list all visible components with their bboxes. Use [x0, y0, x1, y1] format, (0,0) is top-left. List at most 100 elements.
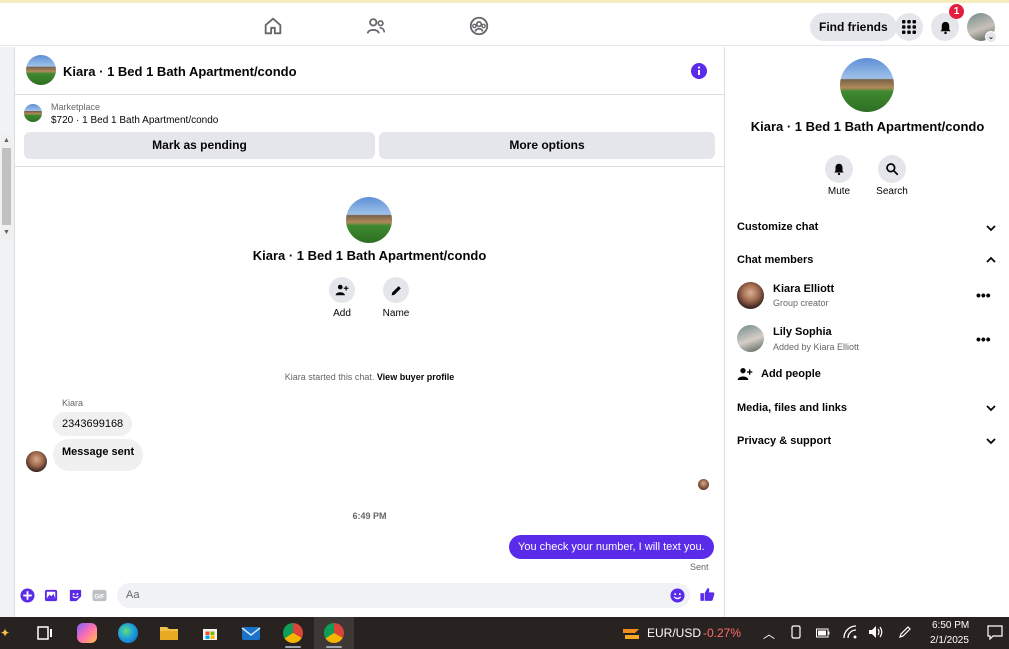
outgoing-message[interactable]: You check your number, I will text you. — [509, 535, 714, 559]
conversation-header: Kiara · 1 Bed 1 Bath Apartment/condo — [15, 47, 724, 95]
scrollbar-thumb[interactable] — [2, 148, 11, 225]
member-options-icon[interactable]: ••• — [976, 288, 991, 302]
seen-indicator-avatar — [698, 479, 709, 490]
home-icon[interactable] — [262, 15, 284, 37]
pencil-icon — [391, 285, 401, 295]
member-avatar[interactable] — [737, 282, 764, 309]
sender-avatar[interactable] — [26, 451, 47, 472]
member-role: Added by Kiara Elliott — [773, 342, 860, 352]
message-timestamp: 6:49 PM — [352, 511, 387, 521]
grid-menu-icon — [902, 20, 916, 34]
sticker-icon[interactable] — [68, 588, 83, 603]
chat-intro-title: Kiara · 1 Bed 1 Bath Apartment/condo — [252, 248, 487, 263]
scroll-down-icon[interactable]: ▼ — [3, 229, 10, 236]
marketplace-label: Marketplace — [51, 102, 101, 112]
view-buyer-profile-link[interactable]: View buyer profile — [377, 372, 454, 382]
chrome-browser-icon[interactable] — [324, 623, 344, 643]
media-files-links-section[interactable]: Media, files and links — [737, 402, 847, 414]
task-view-icon[interactable] — [35, 623, 55, 643]
add-people-button[interactable]: Add people — [761, 368, 821, 380]
conversation-title[interactable]: Kiara · 1 Bed 1 Bath Apartment/condo — [63, 64, 297, 79]
chevron-down-icon[interactable] — [985, 402, 997, 414]
copilot-app-icon[interactable] — [77, 623, 97, 643]
chat-intro-thumbnail — [346, 197, 392, 243]
privacy-support-section[interactable]: Privacy & support — [737, 435, 831, 447]
device-icon[interactable] — [790, 625, 802, 639]
name-label: Name — [382, 308, 410, 319]
taskbar-app-indicator — [285, 646, 301, 648]
sender-name: Kiara — [62, 398, 84, 408]
mark-as-pending-button[interactable]: Mark as pending — [24, 132, 375, 159]
member-role: Group creator — [773, 298, 829, 308]
clock-time[interactable]: 6:50 PM — [932, 620, 969, 631]
battery-icon[interactable] — [816, 627, 830, 639]
taskbar-app-indicator — [326, 646, 342, 648]
notification-badge: 1 — [949, 4, 964, 19]
message-status: Sent — [690, 562, 709, 572]
incoming-message[interactable]: 2343699168 — [53, 412, 133, 436]
system-message: Kiara started this chat. View buyer prof… — [15, 372, 724, 382]
listing-thumbnail — [24, 104, 42, 122]
mail-icon[interactable] — [241, 623, 261, 643]
chat-details-thumbnail — [840, 58, 894, 112]
top-navigation-bar: Find friends ⌄ — [0, 0, 1009, 46]
show-hidden-icons-chevron-icon[interactable]: ︿ — [763, 625, 775, 642]
bell-icon — [834, 163, 844, 176]
thumbs-up-icon[interactable] — [699, 586, 716, 603]
currency-widget-icon[interactable] — [621, 623, 641, 643]
groups-icon[interactable] — [468, 15, 490, 37]
add-button[interactable] — [329, 277, 355, 303]
conversation-thumbnail[interactable] — [26, 55, 56, 85]
edge-browser-icon[interactable] — [118, 623, 138, 643]
search-label: Search — [876, 186, 908, 197]
copilot-sparkle-icon[interactable]: ✦ — [0, 626, 10, 640]
microsoft-store-icon[interactable] — [200, 623, 220, 643]
chevron-down-icon[interactable] — [985, 222, 997, 234]
gif-label: GIF — [94, 593, 104, 600]
chat-details-panel: Kiara · 1 Bed 1 Bath Apartment/condo Mut… — [724, 47, 1009, 617]
add-label: Add — [333, 308, 351, 319]
message-input[interactable]: Aa — [117, 583, 690, 608]
plus-circle-icon[interactable] — [20, 588, 35, 603]
emoji-icon[interactable] — [670, 588, 685, 603]
ticker-pair[interactable]: EUR/USD — [647, 626, 701, 640]
member-name[interactable]: Lily Sophia — [773, 326, 832, 338]
info-icon[interactable] — [691, 63, 707, 79]
find-friends-button[interactable]: Find friends — [810, 13, 897, 41]
volume-icon[interactable] — [868, 625, 884, 639]
pen-icon[interactable] — [898, 625, 912, 639]
friends-icon[interactable] — [365, 15, 387, 37]
account-chevron-icon[interactable]: ⌄ — [985, 31, 997, 43]
notification-center-icon[interactable] — [987, 625, 1003, 640]
ticker-change[interactable]: -0.27% — [703, 626, 741, 640]
photo-icon[interactable] — [44, 588, 59, 603]
wifi-icon[interactable] — [843, 625, 857, 639]
incoming-message[interactable]: Message sent — [53, 439, 144, 471]
chevron-down-icon[interactable] — [985, 435, 997, 447]
divider — [15, 166, 724, 167]
add-person-icon[interactable] — [737, 366, 753, 382]
system-message-text: Kiara started this chat. — [284, 372, 375, 382]
chrome-browser-icon[interactable] — [283, 623, 303, 643]
clock-date[interactable]: 2/1/2025 — [930, 635, 969, 646]
gif-icon[interactable]: GIF — [92, 588, 107, 603]
customize-chat-section[interactable]: Customize chat — [737, 221, 818, 233]
bell-icon — [940, 21, 950, 34]
search-button[interactable] — [878, 155, 906, 183]
file-explorer-icon[interactable] — [159, 623, 179, 643]
mute-label: Mute — [827, 186, 851, 197]
member-name[interactable]: Kiara Elliott — [773, 283, 834, 295]
listing-price-title: $720 · 1 Bed 1 Bath Apartment/condo — [51, 115, 219, 126]
chat-members-section[interactable]: Chat members — [737, 254, 813, 266]
member-options-icon[interactable]: ••• — [976, 332, 991, 346]
name-button[interactable] — [383, 277, 409, 303]
member-avatar[interactable] — [737, 325, 764, 352]
chevron-up-icon[interactable] — [985, 254, 997, 266]
menu-button[interactable] — [895, 13, 923, 41]
marketplace-listing[interactable]: Marketplace $720 · 1 Bed 1 Bath Apartmen… — [15, 96, 724, 130]
scroll-up-icon[interactable]: ▲ — [3, 137, 10, 144]
add-person-icon — [335, 284, 349, 296]
left-panel-edge — [0, 47, 15, 617]
more-options-button[interactable]: More options — [379, 132, 715, 159]
mute-button[interactable] — [825, 155, 853, 183]
